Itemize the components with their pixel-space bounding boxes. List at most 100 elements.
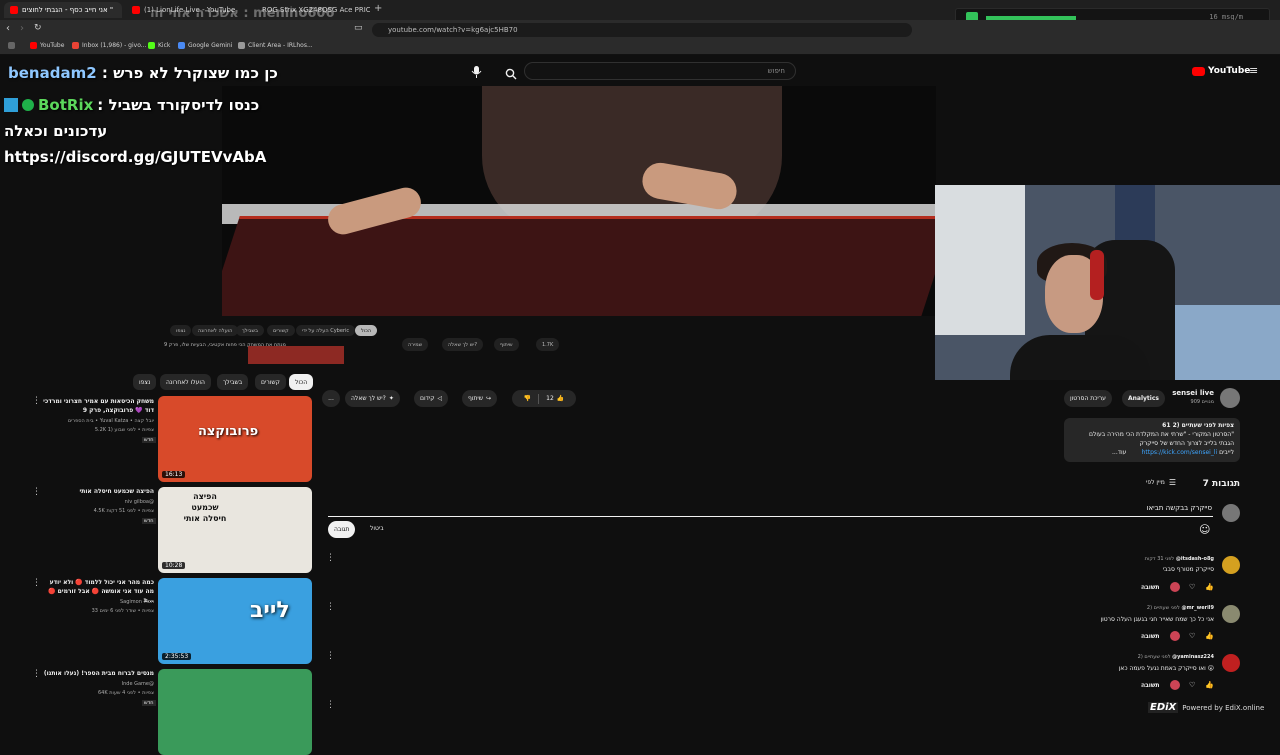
comment-user[interactable]: @mr_weril9	[1181, 605, 1214, 611]
video-channel[interactable]: בית הספרים • Yuval Katza • יובל קצה	[40, 418, 154, 424]
tab-active[interactable]: אני חייב כסף - הגבתי לחוצים "	[4, 2, 122, 18]
video-thumbnail[interactable]: הפיצה שכמעט חיסלה אותי 10:28	[158, 487, 312, 573]
comment-menu-icon[interactable]: ⋮	[326, 602, 335, 612]
like-icon[interactable]: 👍	[557, 395, 564, 402]
mini-share-button[interactable]: שיתוף	[494, 338, 519, 351]
bookmark-client-area[interactable]: Client Area - IRLhos...	[238, 42, 313, 49]
chip-watched[interactable]: נצפו	[133, 374, 157, 390]
description-box[interactable]: 61 צפיות לפני שעתיים (2 הסרטון המקורי - …	[1064, 418, 1240, 462]
video-thumbnail[interactable]: פרובוקצה 16:13	[158, 396, 312, 482]
chat-message: : כן כמו שצוקרל לא פרש	[101, 64, 278, 82]
comment-input[interactable]: סייקרק בבקשה תביאו	[1000, 504, 1212, 512]
chip-recent[interactable]: הועלו לאחרונה	[160, 374, 211, 390]
video-player[interactable]	[222, 86, 936, 316]
like-icon[interactable]: 👍	[1205, 681, 1214, 689]
url-field[interactable]: youtube.com/watch?v=kg6ajc5HB70	[372, 23, 912, 37]
bookmark-inbox[interactable]: Inbox (1,986) - givo...	[72, 42, 146, 49]
video-title[interactable]: משחק הכיסאות עם אמיר חצרוני ומרדכי דוד 💜…	[40, 397, 154, 415]
search-icon[interactable]	[505, 65, 517, 80]
hamburger-menu-icon[interactable]: ≡	[1249, 64, 1258, 77]
video-meta: 4.5K צפיות • לפני 51 דקות	[93, 508, 154, 514]
analytics-button[interactable]: Analytics	[1122, 390, 1165, 407]
video-menu-icon[interactable]: ⋮	[32, 669, 41, 679]
kick-link[interactable]: https://kick.com/sensei_li	[1142, 449, 1218, 456]
comment-time: לפני 31 דקות	[1144, 556, 1175, 562]
chat-message: : כנסו לדיסקורד בשביל	[97, 96, 260, 114]
video-menu-icon[interactable]: ⋮	[32, 487, 41, 497]
more-actions-button[interactable]: ...	[322, 390, 340, 407]
back-icon[interactable]: ‹	[6, 23, 10, 34]
bookmark-kick[interactable]: Kick	[148, 42, 170, 49]
commenter-avatar[interactable]	[1222, 605, 1240, 623]
bookmark-icon[interactable]: ▭	[354, 23, 363, 33]
video-channel[interactable]: niv gilboa@	[40, 499, 154, 505]
reply-button[interactable]: תגובה	[328, 521, 356, 538]
like-icon[interactable]: 👍	[1205, 632, 1214, 640]
mini-ask-button[interactable]: יש לך שאלה?	[442, 338, 484, 351]
video-channel[interactable]: Sagimon Mon	[40, 599, 154, 605]
bookmark-youtube[interactable]: YouTube	[30, 42, 64, 49]
new-badge: חדש	[142, 518, 156, 524]
mini-chip[interactable]: הועלה לאחרונה	[192, 325, 239, 336]
dislike-icon[interactable]: ♡	[1189, 583, 1195, 591]
edit-video-button[interactable]: עריכת הסרטון	[1064, 390, 1112, 407]
commenter-avatar[interactable]	[1222, 556, 1240, 574]
headphones-icon	[1090, 250, 1104, 300]
chat-username: benadam2	[8, 64, 97, 82]
microphone-icon[interactable]	[471, 64, 482, 78]
overlay-chat-line-2: BotRix : כנסו לדיסקורד בשביל	[4, 96, 259, 114]
video-menu-icon[interactable]: ⋮	[32, 396, 41, 406]
comment-reply-button[interactable]: תשובה	[1141, 682, 1160, 689]
save-label: שמירה	[408, 341, 423, 348]
mini-chip[interactable]: הכול	[355, 325, 378, 336]
thumbnail-bg	[158, 396, 312, 482]
youtube-logo[interactable]: YouTube	[1192, 66, 1250, 76]
mini-chip[interactable]: העלה על ידי Cyberic	[296, 325, 356, 336]
mini-save-button[interactable]: שמירה	[402, 338, 429, 351]
dislike-icon[interactable]: 👎	[524, 395, 531, 402]
video-title[interactable]: הפיצה שכמעט חיסלה אותי	[40, 488, 154, 495]
comment-menu-icon[interactable]: ⋮	[326, 651, 335, 661]
show-more-link[interactable]: ...עוד	[1112, 449, 1126, 456]
chip-related[interactable]: קשורים	[255, 374, 286, 390]
video-thumbnail[interactable]: לייב 2:35:53	[158, 578, 312, 664]
dislike-icon[interactable]: ♡	[1189, 681, 1195, 689]
apps-icon[interactable]	[8, 42, 15, 49]
search-input[interactable]: חיפוש	[524, 62, 796, 80]
video-channel[interactable]: Inde Game@	[40, 681, 154, 687]
channel-name[interactable]: sensei live	[1170, 389, 1214, 397]
chip-for-you[interactable]: בשבילך	[217, 374, 249, 390]
video-menu-icon[interactable]: ⋮	[32, 578, 41, 588]
video-title[interactable]: מנסים לברוח מבית הספר! (נעלו אותנו)	[40, 670, 154, 677]
video-thumbnail[interactable]	[158, 669, 312, 755]
channel-avatar[interactable]	[1220, 388, 1240, 408]
cancel-button[interactable]: ביטול	[370, 525, 384, 532]
mini-chip[interactable]: נצפו	[170, 325, 192, 336]
like-count: 1.7K	[542, 341, 554, 348]
comment-reply-button[interactable]: תשובה	[1141, 633, 1160, 640]
ask-button[interactable]: יש לך שאלה? ✦	[345, 390, 400, 407]
like-icon[interactable]: 👍	[1205, 583, 1214, 591]
comment-user[interactable]: @itsdash-o8g	[1176, 556, 1214, 562]
emoji-icon[interactable]: ☺	[1199, 523, 1210, 536]
dislike-icon[interactable]: ♡	[1189, 632, 1195, 640]
forward-icon[interactable]: ›	[20, 23, 24, 34]
mini-chip[interactable]: בשבילך	[236, 325, 264, 336]
bookmark-gemini[interactable]: Google Gemini	[178, 42, 232, 49]
chip-all[interactable]: הכול	[289, 374, 314, 390]
share-button[interactable]: שיתוף ↪	[462, 390, 498, 407]
video-meta: 33 צפיות • שודר לפני 6 ימים	[91, 608, 154, 614]
comment-menu-icon[interactable]: ⋮	[326, 700, 335, 710]
new-tab-icon[interactable]: +	[374, 3, 382, 14]
mini-chip[interactable]: קשורים	[267, 325, 295, 336]
sort-button[interactable]: מיין לפי ☰	[1146, 478, 1176, 487]
mini-like-button[interactable]: 1.7K	[536, 338, 560, 351]
mini-thumbnail[interactable]	[248, 346, 344, 364]
reload-icon[interactable]: ↻	[34, 23, 42, 33]
youtube-favicon-icon	[132, 6, 140, 14]
comment-user[interactable]: @yaminasz224	[1172, 654, 1214, 660]
comment-menu-icon[interactable]: ⋮	[326, 553, 335, 563]
promote-button[interactable]: קידום ◁	[414, 390, 449, 407]
comment-reply-button[interactable]: תשובה	[1141, 584, 1160, 591]
commenter-avatar[interactable]	[1222, 654, 1240, 672]
